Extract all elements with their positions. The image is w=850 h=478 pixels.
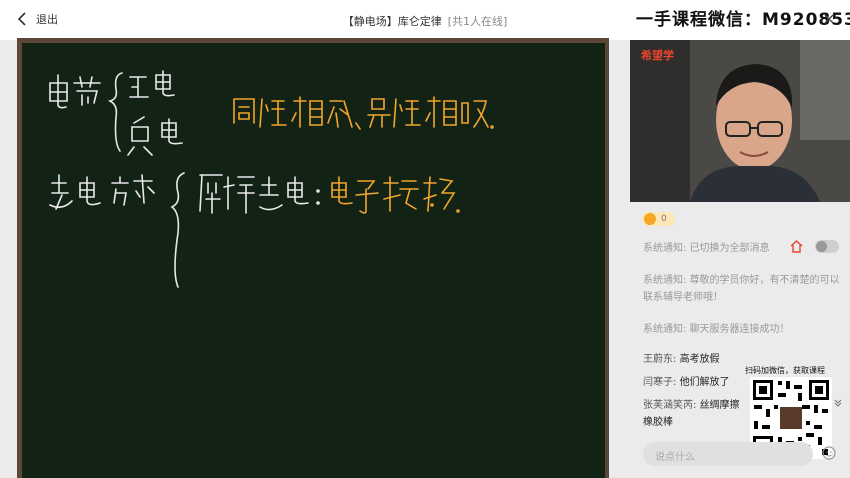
like-counter[interactable]: 0 — [642, 212, 675, 226]
chat-input[interactable]: 说点什么 — [643, 442, 813, 466]
message-text: 他们解放了 — [679, 377, 730, 388]
message-sender: 王蔚东: — [643, 354, 680, 365]
home-icon[interactable] — [790, 240, 803, 253]
teacher-video: 希望学 — [630, 40, 850, 202]
blackboard[interactable] — [22, 43, 605, 478]
handwriting-layer — [49, 70, 494, 288]
online-count: [共1人在线] — [447, 15, 508, 28]
toggle-knob — [816, 241, 827, 252]
chat-message: 张芙涵笑芮: 丝绸摩擦橡胶棒 — [643, 397, 748, 431]
brand-logo: 希望学 — [641, 49, 674, 62]
message-sender: 闫寒子: — [643, 377, 680, 388]
message-sender: 系统通知: — [643, 275, 690, 286]
chat-message: 系统通知: 已切换为全部消息 — [643, 240, 833, 257]
message-filter-toggle[interactable] — [815, 240, 839, 253]
message-sender: 系统通知: — [643, 243, 690, 254]
message-text: 聊天服务器连接成功！ — [689, 324, 790, 335]
coin-icon — [644, 213, 656, 225]
close-icon[interactable] — [822, 12, 836, 26]
scroll-down-icon[interactable] — [834, 398, 842, 408]
chat-message: 系统通知: 聊天服务器连接成功！ — [643, 321, 833, 338]
top-bar: 退出 【静电场】库仑定律 [共1人在线] 一手课程微信：M920853 — [0, 0, 850, 40]
message-text: 已切换为全部消息 — [689, 243, 770, 254]
emoji-icon[interactable] — [822, 446, 836, 460]
message-sender: 系统通知: — [643, 324, 690, 335]
qr-caption: 扫码加微信，获取课程 — [745, 366, 825, 375]
qr-avatar — [780, 407, 802, 429]
message-text: 高考放假 — [679, 354, 720, 365]
teacher-portrait — [630, 40, 850, 202]
watermark-text: 一手课程微信：M920853 — [636, 10, 850, 30]
message-sender: 张芙涵笑芮: — [643, 400, 700, 411]
lesson-title: 【静电场】库仑定律 — [342, 15, 442, 28]
chat-message: 系统通知: 尊敬的学员你好，有不清楚的可以联系辅导老师哦！ — [643, 272, 843, 306]
like-count: 0 — [661, 214, 667, 224]
